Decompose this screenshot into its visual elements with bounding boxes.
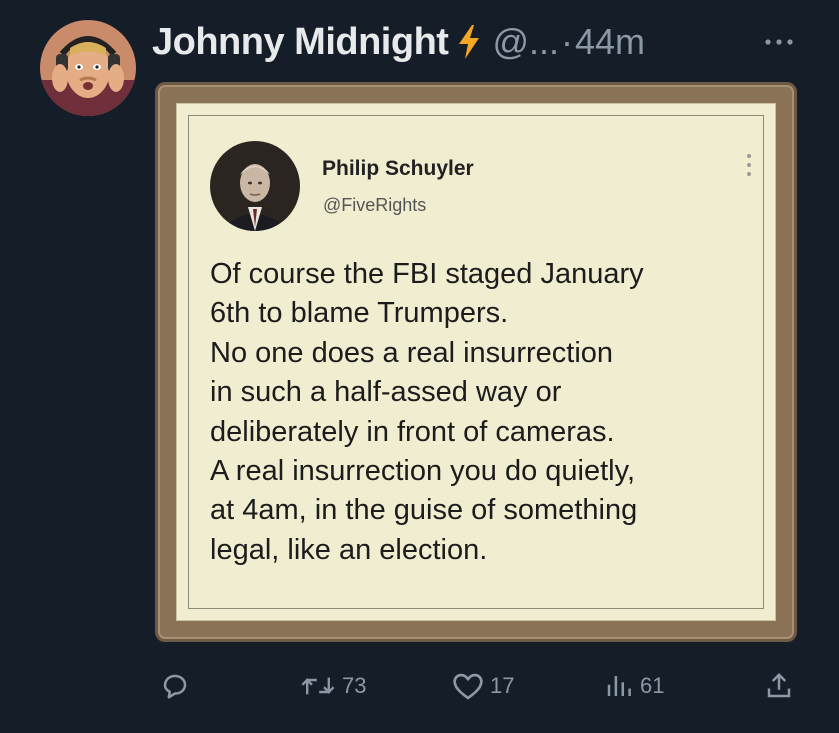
post-header: Johnny Midnight @... · 44m	[152, 14, 839, 70]
repost-icon	[301, 677, 335, 695]
quoted-line: Of course the FBI staged January	[210, 258, 644, 290]
author-name[interactable]: Johnny Midnight	[152, 21, 449, 64]
quoted-line: 6th to blame Trumpers.	[210, 297, 509, 330]
lightning-bolt-icon	[456, 24, 482, 60]
quoted-author-handle: @FiveRights	[323, 195, 427, 215]
repost-count: 73	[342, 673, 367, 698]
reply-button[interactable]	[160, 664, 190, 708]
quoted-text: Of course the FBI staged January 6th to …	[210, 255, 770, 570]
quoted-line: A real insurrection you do quietly,	[210, 455, 636, 488]
post-image[interactable]: Philip Schuyler @FiveRights Of course th…	[155, 82, 797, 642]
heart-icon	[453, 673, 483, 700]
author-avatar[interactable]	[40, 20, 136, 116]
share-icon	[767, 672, 791, 698]
share-button[interactable]	[764, 664, 794, 708]
quoted-line: legal, like an election.	[210, 533, 488, 566]
author-handle[interactable]: @...	[492, 21, 559, 63]
quoted-line: deliberately in front of cameras.	[210, 415, 615, 448]
views-icon	[607, 676, 631, 696]
like-count: 17	[490, 673, 515, 698]
views-count: 61	[640, 673, 665, 698]
action-bar: 73 17 61	[0, 664, 839, 708]
like-button[interactable]: 17	[452, 664, 514, 708]
more-horizontal-icon[interactable]	[764, 26, 794, 54]
views-button[interactable]: 61	[604, 664, 664, 708]
separator-dot: ·	[561, 21, 574, 62]
avatar-portrait	[40, 20, 136, 116]
quoted-author-avatar	[210, 141, 300, 231]
image-paper: Philip Schuyler @FiveRights Of course th…	[176, 103, 776, 621]
quoted-author-name: Philip Schuyler	[322, 157, 474, 180]
quoted-line: at 4am, in the guise of something	[210, 494, 638, 527]
vertical-more-icon	[746, 153, 752, 177]
quoted-line: in such a half-assed way or	[210, 376, 562, 409]
post-timestamp[interactable]: 44m	[575, 21, 645, 63]
repost-button[interactable]: 73	[300, 664, 366, 708]
quoted-line: No one does a real insurrection	[210, 336, 614, 369]
reply-icon	[163, 674, 187, 699]
